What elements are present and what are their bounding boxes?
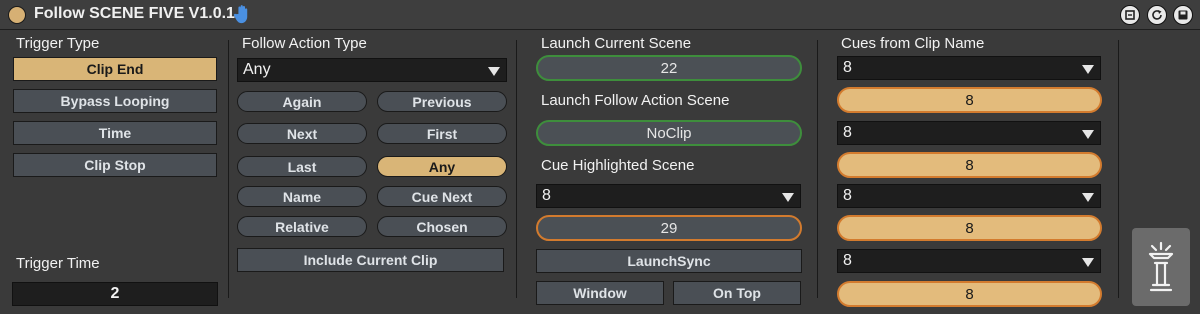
cue-dropdown-2[interactable]: 8 (837, 121, 1101, 145)
trigger-time-button[interactable]: Time (13, 121, 217, 145)
save-icon[interactable] (1173, 5, 1193, 25)
chevron-down-icon (1082, 258, 1094, 267)
freeze-icon[interactable] (1120, 5, 1140, 25)
follow-action-chosen-button[interactable]: Chosen (377, 216, 507, 237)
trigger-clip-stop-button[interactable]: Clip Stop (13, 153, 217, 177)
chevron-down-icon (1082, 130, 1094, 139)
launch-follow-action-scene-label: Launch Follow Action Scene (541, 92, 730, 109)
title-bar: Follow SCENE FIVE V1.0.1 (0, 0, 1200, 30)
device-toggle-icon[interactable] (8, 6, 26, 24)
refresh-icon[interactable] (1147, 5, 1167, 25)
cue-dropdown-4[interactable]: 8 (837, 249, 1101, 273)
trigger-time-label: Trigger Time (16, 255, 100, 272)
on-top-button[interactable]: On Top (673, 281, 801, 305)
lamp-logo-icon (1148, 241, 1174, 292)
cue-dropdown-3[interactable]: 8 (837, 184, 1101, 208)
divider (228, 40, 229, 298)
follow-action-again-button[interactable]: Again (237, 91, 367, 112)
follow-action-type-value: Any (243, 61, 271, 78)
device-title: Follow SCENE FIVE V1.0.1 (34, 5, 235, 22)
trigger-time-number-box[interactable]: 2 (12, 282, 218, 306)
follow-action-next-button[interactable]: Next (237, 123, 367, 144)
cue-highlighted-scene-button[interactable]: 29 (536, 215, 802, 241)
follow-action-previous-button[interactable]: Previous (377, 91, 507, 112)
include-current-clip-button[interactable]: Include Current Clip (237, 248, 504, 272)
follow-action-type-dropdown[interactable]: Any (237, 58, 507, 82)
window-button[interactable]: Window (536, 281, 664, 305)
launch-sync-button[interactable]: LaunchSync (536, 249, 802, 273)
cue-highlighted-scene-label: Cue Highlighted Scene (541, 157, 695, 174)
follow-action-relative-button[interactable]: Relative (237, 216, 367, 237)
trigger-bypass-looping-button[interactable]: Bypass Looping (13, 89, 217, 113)
follow-action-any-button[interactable]: Any (377, 156, 507, 177)
follow-action-last-button[interactable]: Last (237, 156, 367, 177)
follow-action-type-label: Follow Action Type (242, 35, 367, 52)
hand-icon (233, 5, 248, 24)
chevron-down-icon (782, 193, 794, 202)
divider (1118, 40, 1119, 298)
cue-dropdown-value: 8 (843, 59, 852, 76)
logo (1132, 228, 1190, 306)
trigger-type-label: Trigger Type (16, 35, 100, 52)
cue-button-1[interactable]: 8 (837, 87, 1102, 113)
divider (516, 40, 517, 298)
cue-button-2[interactable]: 8 (837, 152, 1102, 178)
cue-dropdown-value: 8 (843, 187, 852, 204)
cue-highlighted-scene-dropdown[interactable]: 8 (536, 184, 801, 208)
cue-button-4[interactable]: 8 (837, 281, 1102, 307)
cue-dropdown-value: 8 (843, 252, 852, 269)
cues-from-clip-name-label: Cues from Clip Name (841, 35, 985, 52)
chevron-down-icon (1082, 65, 1094, 74)
divider (817, 40, 818, 298)
follow-action-name-button[interactable]: Name (237, 186, 367, 207)
cue-dropdown-value: 8 (843, 124, 852, 141)
trigger-clip-end-button[interactable]: Clip End (13, 57, 217, 81)
cue-highlighted-scene-value: 8 (542, 187, 551, 204)
launch-follow-action-scene-button[interactable]: NoClip (536, 120, 802, 146)
cue-dropdown-1[interactable]: 8 (837, 56, 1101, 80)
launch-current-scene-label: Launch Current Scene (541, 35, 692, 52)
cue-button-3[interactable]: 8 (837, 215, 1102, 241)
launch-current-scene-button[interactable]: 22 (536, 55, 802, 81)
chevron-down-icon (1082, 193, 1094, 202)
chevron-down-icon (488, 67, 500, 76)
follow-action-cue-next-button[interactable]: Cue Next (377, 186, 507, 207)
follow-action-first-button[interactable]: First (377, 123, 507, 144)
